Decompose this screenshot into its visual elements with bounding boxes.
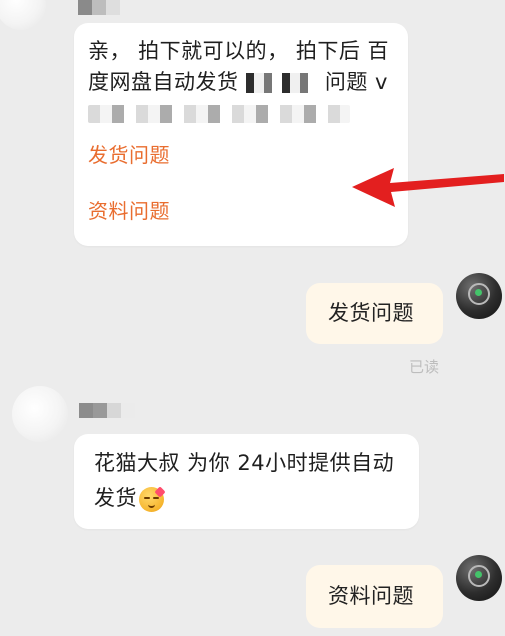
seller-message-line-1: 亲， 拍下就可以的， 拍下后 百 <box>88 39 390 63</box>
read-status: 已读 <box>409 358 440 376</box>
quick-reply-material-issue[interactable]: 资料问题 <box>88 195 170 224</box>
seller-avatar-1[interactable] <box>0 0 46 30</box>
smiling-face-with-heart-emoji <box>139 485 166 512</box>
seller-message-line-2-b: 发货 <box>94 481 166 515</box>
seller-message-line-1-b: 花猫大叔 为你 24小时提供自动 <box>94 451 395 475</box>
seller-avatar-2[interactable] <box>12 386 68 442</box>
quick-reply-shipping-issue[interactable]: 发货问题 <box>88 139 170 168</box>
red-arrow-icon <box>352 168 504 207</box>
seller-message-line-2-end: 问题 v <box>324 70 388 94</box>
seller-message-bubble-2: 花猫大叔 为你 24小时提供自动 发货 <box>74 434 419 529</box>
seller-name-mosaic-2 <box>79 403 135 418</box>
buyer-message-text-1: 发货问题 <box>328 301 414 325</box>
buyer-message-bubble-2: 资料问题 <box>306 565 443 628</box>
seller-name-mosaic-1 <box>78 0 120 15</box>
buyer-message-text-2: 资料问题 <box>328 584 414 608</box>
seller-message-line-2-start: 度网盘自动发货 <box>88 70 239 94</box>
privacy-mask <box>245 73 318 93</box>
buyer-message-bubble-1: 发货问题 <box>306 283 443 344</box>
seller-message-line-2-b-text: 发货 <box>94 486 137 510</box>
buyer-avatar-2[interactable] <box>456 555 502 601</box>
buyer-avatar-1[interactable] <box>456 273 502 319</box>
seller-message-line-2: 度网盘自动发货 问题 v <box>88 65 388 99</box>
privacy-mask-line-3 <box>88 105 350 123</box>
